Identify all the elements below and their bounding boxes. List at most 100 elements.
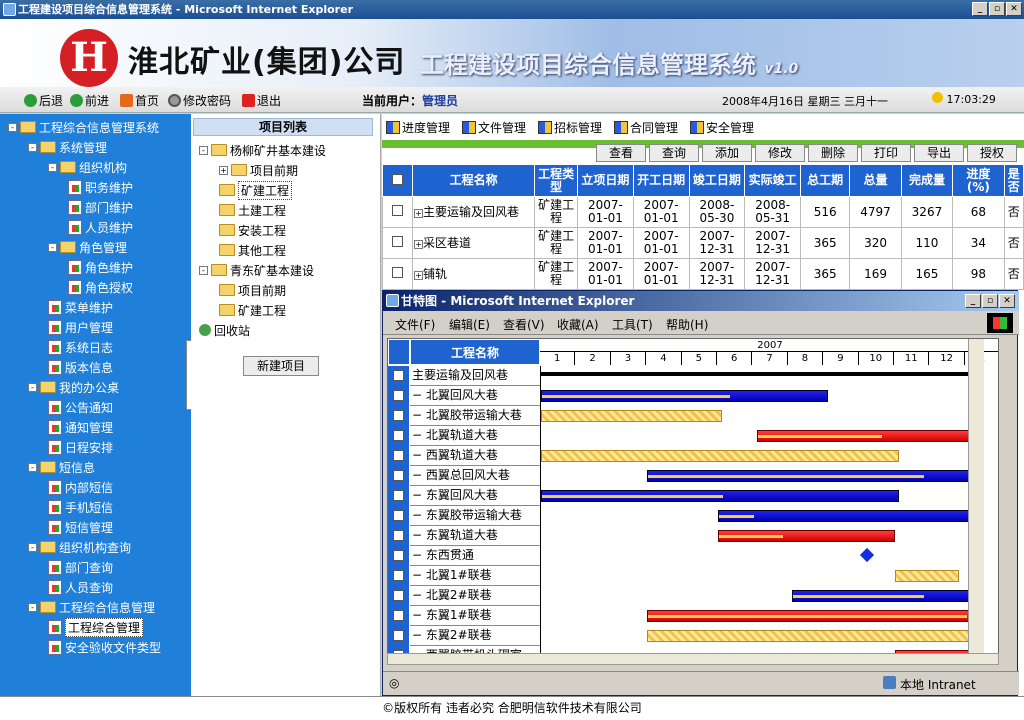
gantt-bar[interactable] bbox=[895, 570, 959, 582]
expand-icon[interactable]: + bbox=[414, 270, 423, 280]
menu-favorites[interactable]: 收藏(A) bbox=[557, 316, 599, 333]
gantt-bar[interactable] bbox=[718, 510, 973, 522]
collapse-icon[interactable]: - bbox=[48, 162, 57, 172]
row-checkbox[interactable] bbox=[393, 470, 404, 481]
tree-root[interactable]: - 工程综合信息管理系统 bbox=[8, 118, 159, 136]
tree-item[interactable]: - 我的办公桌 bbox=[28, 378, 119, 396]
collapse-icon[interactable]: - bbox=[28, 142, 37, 152]
collapse-icon[interactable]: - bbox=[8, 122, 17, 132]
export-button[interactable]: 导出 bbox=[914, 144, 964, 162]
collapse-icon[interactable]: - bbox=[48, 242, 57, 252]
select-all-header[interactable] bbox=[382, 164, 413, 197]
menu-tools[interactable]: 工具(T) bbox=[612, 316, 653, 333]
logout-button[interactable]: 退出 bbox=[242, 92, 281, 109]
tree-item[interactable]: - 系统管理 bbox=[28, 138, 107, 156]
row-checkbox[interactable] bbox=[393, 570, 404, 581]
gantt-close-button[interactable]: ✕ bbox=[999, 294, 1015, 308]
tree-item[interactable]: 短信管理 bbox=[48, 518, 113, 536]
project-tree-item[interactable]: 安装工程 bbox=[219, 221, 286, 239]
gantt-milestone[interactable] bbox=[859, 547, 874, 563]
tree-item[interactable]: 职务维护 bbox=[68, 178, 133, 196]
collapse-icon[interactable]: - bbox=[28, 542, 37, 552]
gantt-row[interactable]: − 北翼胶带运输大巷 bbox=[388, 406, 540, 426]
tree-item[interactable]: 菜单维护 bbox=[48, 298, 113, 316]
row-checkbox[interactable] bbox=[393, 550, 404, 561]
tree-item[interactable]: - 组织机构 bbox=[48, 158, 127, 176]
menu-progress[interactable]: 进度管理 bbox=[386, 119, 450, 136]
row-checkbox[interactable] bbox=[393, 370, 404, 381]
gantt-bar[interactable] bbox=[756, 430, 973, 442]
row-select-cell[interactable] bbox=[382, 258, 413, 290]
gantt-row-select[interactable] bbox=[388, 606, 410, 626]
gantt-row[interactable]: − 东翼2#联巷 bbox=[388, 626, 540, 646]
gantt-row[interactable]: − 北翼回风大巷 bbox=[388, 386, 540, 406]
project-tree-item[interactable]: + 项目前期 bbox=[219, 161, 298, 179]
row-checkbox[interactable] bbox=[392, 236, 403, 247]
tree-item[interactable]: - 角色管理 bbox=[48, 238, 127, 256]
row-checkbox[interactable] bbox=[393, 590, 404, 601]
gantt-row-select[interactable] bbox=[388, 566, 410, 586]
tree-item[interactable]: 日程安排 bbox=[48, 438, 113, 456]
gantt-row-select[interactable] bbox=[388, 546, 410, 566]
menu-contract[interactable]: 合同管理 bbox=[614, 119, 678, 136]
authorize-button[interactable]: 授权 bbox=[967, 144, 1017, 162]
tree-item[interactable]: - 短信息 bbox=[28, 458, 95, 476]
row-checkbox[interactable] bbox=[393, 450, 404, 461]
project-tree-item[interactable]: 土建工程 bbox=[219, 201, 286, 219]
gantt-row-select[interactable] bbox=[388, 506, 410, 526]
gantt-horizontal-scrollbar[interactable] bbox=[387, 653, 999, 665]
gantt-maximize-button[interactable]: ▫ bbox=[982, 294, 998, 308]
menu-files[interactable]: 文件管理 bbox=[462, 119, 526, 136]
gantt-row-select[interactable] bbox=[388, 486, 410, 506]
row-checkbox[interactable] bbox=[393, 510, 404, 521]
collapse-icon[interactable]: - bbox=[199, 145, 208, 155]
tree-item[interactable]: 通知管理 bbox=[48, 418, 113, 436]
tree-item[interactable]: 安全验收文件类型 bbox=[48, 638, 161, 656]
collapse-icon[interactable]: - bbox=[28, 462, 37, 472]
gantt-row[interactable]: 主要运输及回风巷 bbox=[388, 366, 540, 386]
gantt-summary-bar[interactable] bbox=[541, 372, 973, 376]
tree-item[interactable]: 角色维护 bbox=[68, 258, 133, 276]
gantt-row-select[interactable] bbox=[388, 526, 410, 546]
home-button[interactable]: 首页 bbox=[120, 92, 159, 109]
gantt-row[interactable]: − 东翼1#联巷 bbox=[388, 606, 540, 626]
gantt-row[interactable]: − 北翼1#联巷 bbox=[388, 566, 540, 586]
expand-icon[interactable]: + bbox=[414, 239, 423, 249]
gantt-minimize-button[interactable]: _ bbox=[965, 294, 981, 308]
row-checkbox[interactable] bbox=[392, 267, 403, 278]
table-row[interactable]: +主要运输及回风巷 矿建工程 2007-01-01 2007-01-01 2008-05… bbox=[382, 196, 1024, 228]
query-button[interactable]: 查询 bbox=[649, 144, 699, 162]
tree-item[interactable]: 内部短信 bbox=[48, 478, 113, 496]
view-button[interactable]: 查看 bbox=[596, 144, 646, 162]
gantt-bar[interactable] bbox=[541, 450, 899, 462]
gantt-bar[interactable] bbox=[541, 490, 899, 502]
restore-button[interactable]: ▫ bbox=[989, 2, 1005, 16]
menu-safety[interactable]: 安全管理 bbox=[690, 119, 754, 136]
expand-icon[interactable]: + bbox=[414, 208, 423, 218]
gantt-row-select[interactable] bbox=[388, 466, 410, 486]
gantt-row-select[interactable] bbox=[388, 446, 410, 466]
gantt-row[interactable]: − 西翼总回风大巷 bbox=[388, 466, 540, 486]
expand-icon[interactable]: + bbox=[219, 165, 228, 175]
project-tree-item[interactable]: - 青东矿基本建设 bbox=[199, 261, 314, 279]
gantt-vertical-scrollbar[interactable] bbox=[968, 339, 984, 653]
tree-item[interactable]: - 组织机构查询 bbox=[28, 538, 131, 556]
gantt-row[interactable]: − 东翼轨道大巷 bbox=[388, 526, 540, 546]
menu-bidding[interactable]: 招标管理 bbox=[538, 119, 602, 136]
gantt-row-select[interactable] bbox=[388, 366, 410, 386]
gantt-bar[interactable] bbox=[541, 390, 828, 402]
tree-item[interactable]: 公告通知 bbox=[48, 398, 113, 416]
menu-view[interactable]: 查看(V) bbox=[503, 316, 545, 333]
tree-item[interactable]: 人员维护 bbox=[68, 218, 133, 236]
gantt-bar[interactable] bbox=[792, 590, 973, 602]
gantt-row[interactable]: − 北翼轨道大巷 bbox=[388, 426, 540, 446]
row-select-cell[interactable] bbox=[382, 196, 413, 228]
project-tree-item[interactable]: 矿建工程 bbox=[219, 180, 293, 200]
row-checkbox[interactable] bbox=[393, 630, 404, 641]
tree-item[interactable]: 部门查询 bbox=[48, 558, 113, 576]
gantt-row-select[interactable] bbox=[388, 386, 410, 406]
row-checkbox[interactable] bbox=[393, 410, 404, 421]
gantt-bar[interactable] bbox=[541, 410, 722, 422]
row-checkbox[interactable] bbox=[392, 205, 403, 216]
add-button[interactable]: 添加 bbox=[702, 144, 752, 162]
